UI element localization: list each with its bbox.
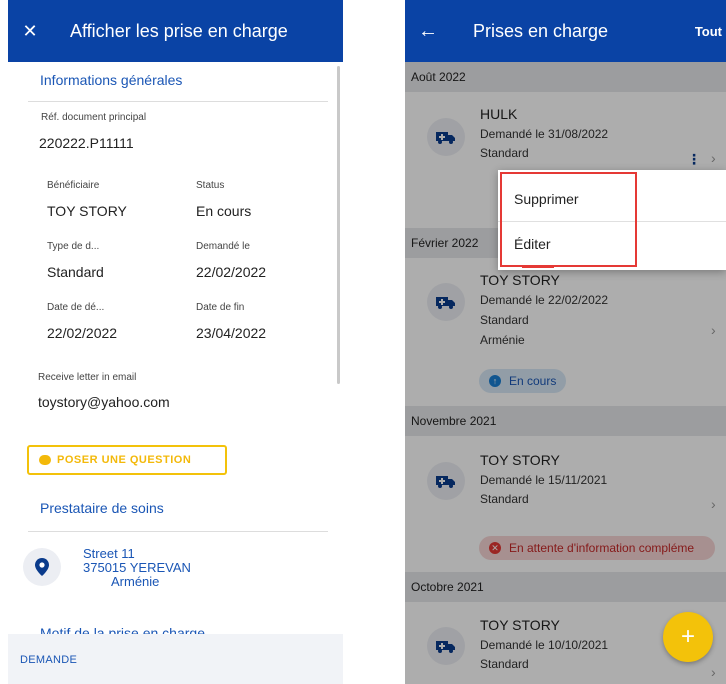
modal-overlay[interactable] — [405, 62, 726, 684]
provider-address[interactable]: Street 11 375015 YEREVAN Arménie — [83, 547, 191, 589]
divider — [28, 101, 328, 102]
highlight-line — [522, 266, 554, 268]
beneficiaire-label: Bénéficiaire — [47, 180, 100, 191]
demande-value: 22/02/2022 — [196, 264, 267, 280]
chat-icon — [39, 455, 51, 465]
bottom-tab-bar: DEMANDE — [8, 634, 343, 684]
date-fin-label: Date de fin — [196, 302, 245, 313]
list-title: Prises en charge — [473, 20, 609, 41]
status-label: Status — [196, 180, 225, 191]
add-fab-button[interactable]: + — [663, 612, 713, 662]
address-line-2: 375015 YEREVAN — [83, 560, 191, 575]
date-debut-label: Date de dé... — [47, 302, 105, 313]
back-arrow-icon[interactable]: ← — [405, 20, 451, 43]
filter-all-button[interactable]: Tout — [695, 24, 722, 39]
date-debut-value: 22/02/2022 — [47, 325, 118, 341]
address-line-3: Arménie — [111, 574, 160, 589]
beneficiaire-value: TOY STORY — [47, 203, 127, 219]
scrollbar[interactable] — [337, 66, 340, 384]
divider — [28, 531, 328, 532]
email-label: Receive letter in email — [38, 372, 137, 383]
date-fin-value: 23/04/2022 — [196, 325, 267, 341]
type-value: Standard — [47, 264, 104, 280]
location-pin-icon — [23, 548, 61, 586]
email-value: toystory@yahoo.com — [38, 394, 170, 410]
page-title: Afficher les prise en charge — [70, 20, 288, 41]
ref-value: 220222.P11111 — [39, 135, 134, 151]
section-general-info[interactable]: Informations générales — [40, 72, 182, 88]
detail-header: ✕ Afficher les prise en charge — [8, 0, 343, 62]
highlight-box — [500, 172, 637, 267]
ask-question-label: POSER UNE QUESTION — [57, 454, 192, 466]
section-provider[interactable]: Prestataire de soins — [40, 500, 164, 516]
type-label: Type de d... — [47, 241, 100, 252]
tab-demande[interactable]: DEMANDE — [20, 654, 77, 666]
ask-question-button[interactable]: POSER UNE QUESTION — [27, 445, 227, 475]
detail-panel: ✕ Afficher les prise en charge Informati… — [8, 0, 343, 684]
demande-label: Demandé le — [196, 241, 250, 252]
list-header: ← Prises en charge Tout — [405, 0, 726, 62]
ref-label: Réf. document principal — [41, 112, 147, 123]
address-line-1: Street 11 — [83, 546, 135, 561]
close-icon[interactable]: ✕ — [8, 21, 52, 42]
list-panel: ← Prises en charge Tout Août 2022 HULK D… — [405, 0, 726, 684]
status-value: En cours — [196, 203, 252, 219]
